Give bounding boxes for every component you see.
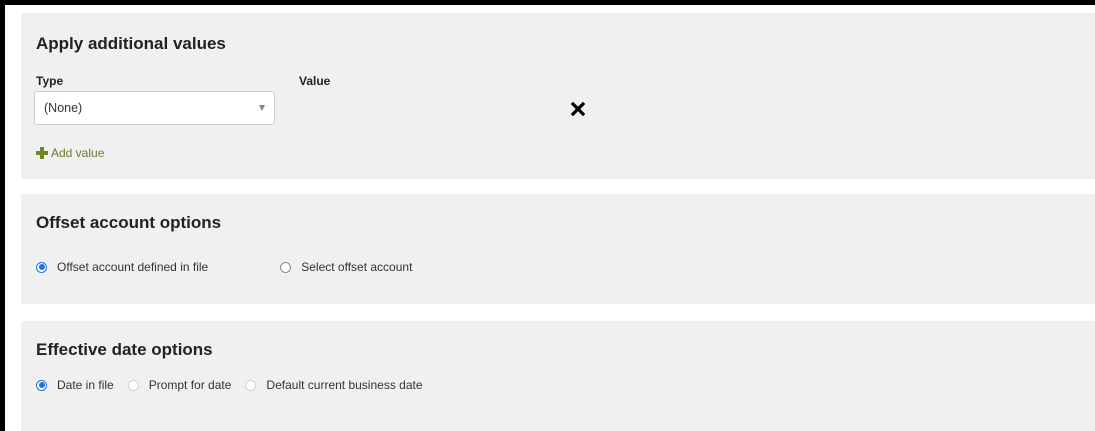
chevron-down-icon (259, 105, 265, 111)
radio-label: Offset account defined in file (57, 260, 209, 274)
offset-account-panel: Offset account options Offset account de… (21, 194, 1095, 304)
radio-offset-defined-in-file[interactable]: Offset account defined in file (36, 260, 208, 274)
radio-select-offset-account[interactable]: Select offset account (280, 260, 412, 274)
type-select[interactable]: (None) (34, 91, 275, 125)
value-label: Value (299, 74, 331, 88)
additional-values-panel: Apply additional values Type Value (None… (21, 13, 1095, 179)
add-value-label: Add value (51, 146, 105, 160)
type-label: Type (36, 74, 64, 88)
effective-date-panel: Effective date options Date in file Prom… (21, 321, 1095, 431)
radio-button[interactable] (245, 379, 257, 391)
plus-icon (36, 147, 48, 159)
radio-label: Date in file (57, 378, 114, 392)
add-value-button[interactable]: Add value (36, 146, 104, 160)
radio-label: Select offset account (301, 260, 413, 274)
offset-account-title: Offset account options (36, 213, 222, 232)
type-select-value: (None) (44, 101, 83, 115)
radio-label: Prompt for date (148, 378, 232, 392)
radio-default-current-business-date[interactable]: Default current business date (245, 378, 423, 392)
effective-date-radio-group: Date in file Prompt for date Default cur… (36, 378, 423, 392)
radio-date-in-file[interactable]: Date in file (36, 378, 114, 392)
radio-button-checked[interactable] (36, 379, 47, 391)
additional-values-title: Apply additional values (36, 34, 226, 53)
close-icon[interactable] (571, 102, 585, 116)
effective-date-title: Effective date options (36, 340, 213, 359)
radio-label: Default current business date (266, 378, 423, 392)
radio-prompt-for-date[interactable]: Prompt for date (127, 378, 232, 392)
radio-button[interactable] (280, 261, 292, 273)
radio-button-checked[interactable] (36, 261, 47, 273)
offset-account-radio-group: Offset account defined in file Select of… (36, 260, 412, 274)
radio-button[interactable] (127, 379, 139, 391)
